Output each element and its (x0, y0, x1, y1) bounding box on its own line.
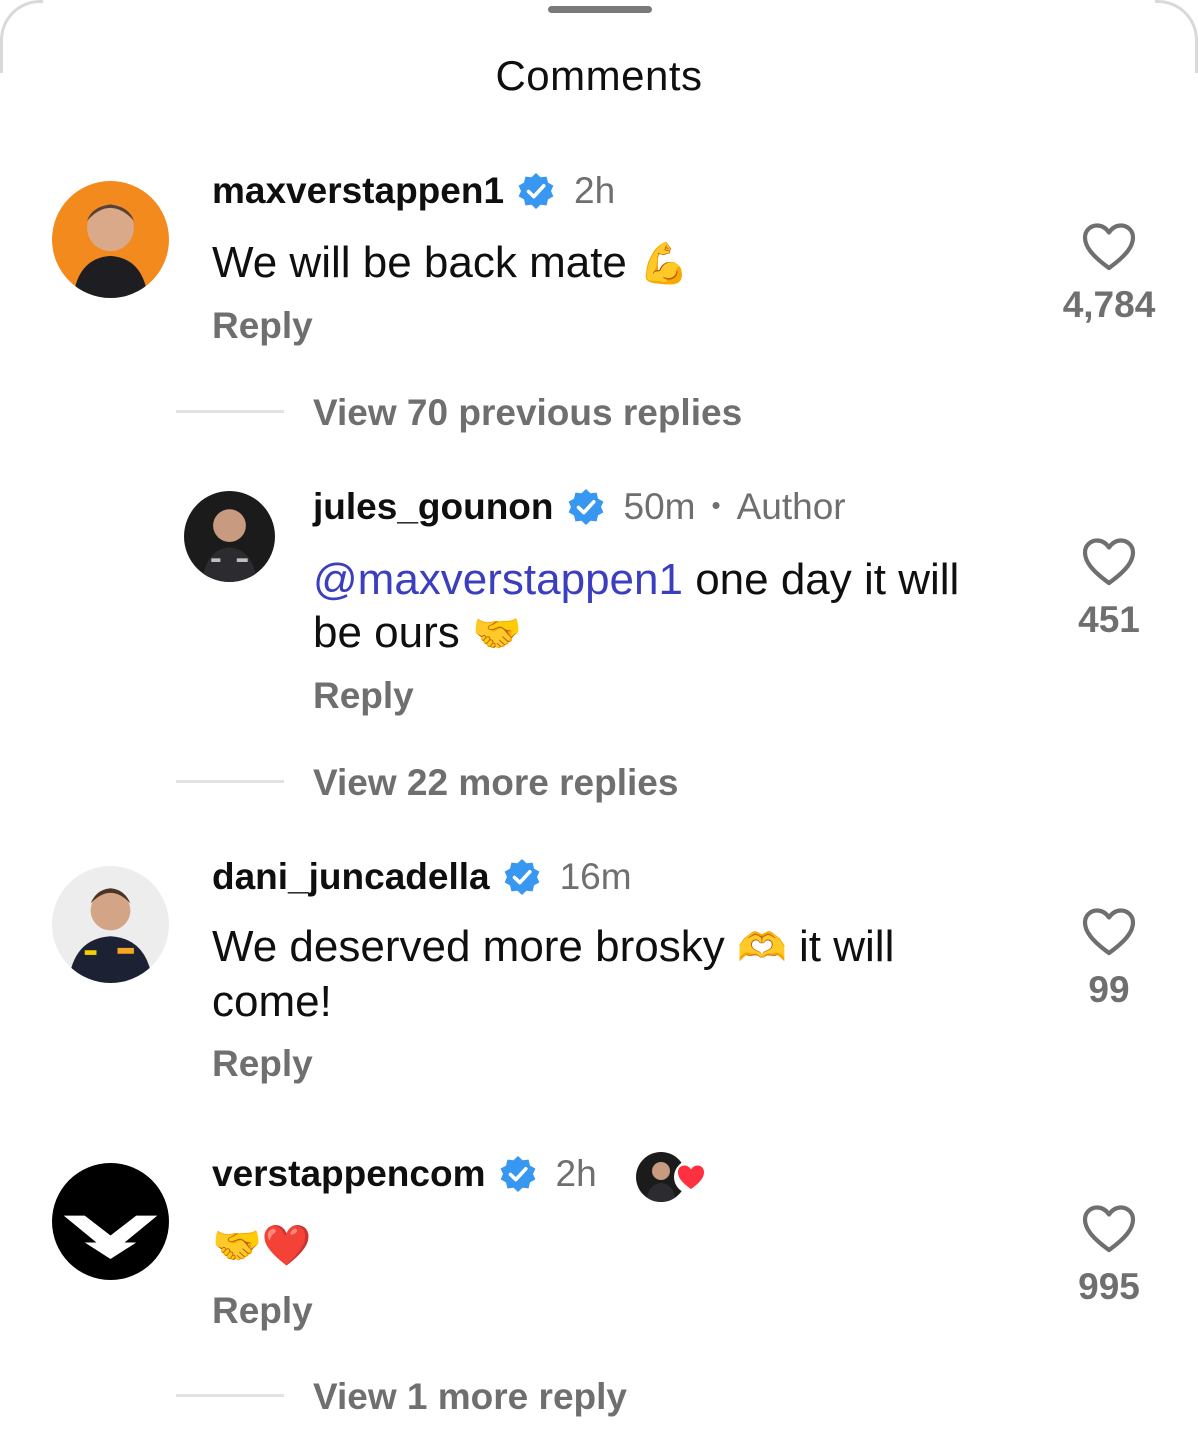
avatar-maxverstappen1[interactable] (52, 181, 169, 298)
liked-by-author-indicator (636, 1152, 708, 1202)
thread-divider (176, 410, 284, 413)
heart-outline-icon[interactable] (1082, 1204, 1136, 1254)
comment-header: dani_juncadella 16m (212, 856, 632, 898)
username[interactable]: jules_gounon (313, 486, 554, 528)
like-count: 99 (1088, 969, 1130, 1010)
comment-time: 2h (555, 1153, 597, 1194)
like-count: 995 (1078, 1266, 1140, 1307)
sheet-title: Comments (495, 52, 703, 99)
separator-dot: • (711, 489, 721, 520)
username[interactable]: maxverstappen1 (212, 170, 504, 212)
like-control[interactable]: 451 (1049, 537, 1169, 641)
thread-divider (176, 780, 284, 783)
reply-button[interactable]: Reply (212, 1290, 313, 1332)
comment-header: maxverstappen1 2h (212, 170, 615, 212)
comment-text: @maxverstappen1 one day it will be ours … (313, 553, 1013, 661)
view-more-replies-button[interactable]: View 22 more replies (313, 762, 678, 804)
view-one-more-reply-button[interactable]: View 1 more reply (313, 1376, 627, 1418)
thread-divider (176, 1394, 284, 1397)
handshake-emoji: 🤝 (472, 611, 522, 657)
flexed-biceps-emoji: 💪 (639, 241, 689, 287)
like-count: 451 (1078, 599, 1140, 640)
avatar-jules-gounon[interactable] (184, 491, 275, 582)
verified-badge-icon (566, 487, 606, 527)
reply-button[interactable]: Reply (212, 1043, 313, 1085)
username[interactable]: dani_juncadella (212, 856, 490, 898)
view-previous-replies-button[interactable]: View 70 previous replies (313, 392, 742, 434)
avatar-dani-juncadella[interactable] (52, 866, 169, 983)
comment-text: 🤝❤️ (212, 1218, 312, 1273)
heart-outline-icon[interactable] (1082, 907, 1136, 957)
heart-hands-emoji: 🫶 (736, 925, 787, 971)
comment-body: We deserved more brosky (212, 922, 725, 971)
heart-outline-icon[interactable] (1082, 222, 1136, 272)
reply-button[interactable]: Reply (313, 675, 414, 717)
comment-text: We will be back mate 💪 (212, 236, 1012, 291)
handshake-heart-emoji: 🤝❤️ (212, 1223, 312, 1269)
like-count: 4,784 (1062, 284, 1156, 325)
like-control[interactable]: 99 (1049, 907, 1169, 1011)
heart-outline-icon[interactable] (1082, 537, 1136, 587)
avatar-verstappencom[interactable] (52, 1163, 169, 1280)
comment-time: 2h (574, 170, 616, 211)
like-control[interactable]: 995 (1049, 1204, 1169, 1308)
comment-time: 50m (623, 486, 696, 527)
mention-link[interactable]: @maxverstappen1 (313, 555, 683, 604)
drag-handle[interactable] (548, 6, 652, 13)
reply-button[interactable]: Reply (212, 305, 313, 347)
like-control[interactable]: 4,784 (1049, 222, 1169, 326)
verified-badge-icon (502, 857, 542, 897)
author-tag: Author (736, 486, 846, 527)
username[interactable]: verstappencom (212, 1153, 486, 1195)
comment-time: 16m (559, 856, 632, 897)
red-heart-icon (674, 1160, 708, 1194)
comment-text: We deserved more brosky 🫶 it will come! (212, 920, 982, 1028)
comment-body: We will be back mate (212, 238, 627, 287)
verified-badge-icon (498, 1154, 538, 1194)
verified-badge-icon (516, 171, 556, 211)
comment-header: jules_gounon 50m • Author (313, 486, 846, 528)
comment-header: verstappencom 2h (212, 1153, 597, 1195)
